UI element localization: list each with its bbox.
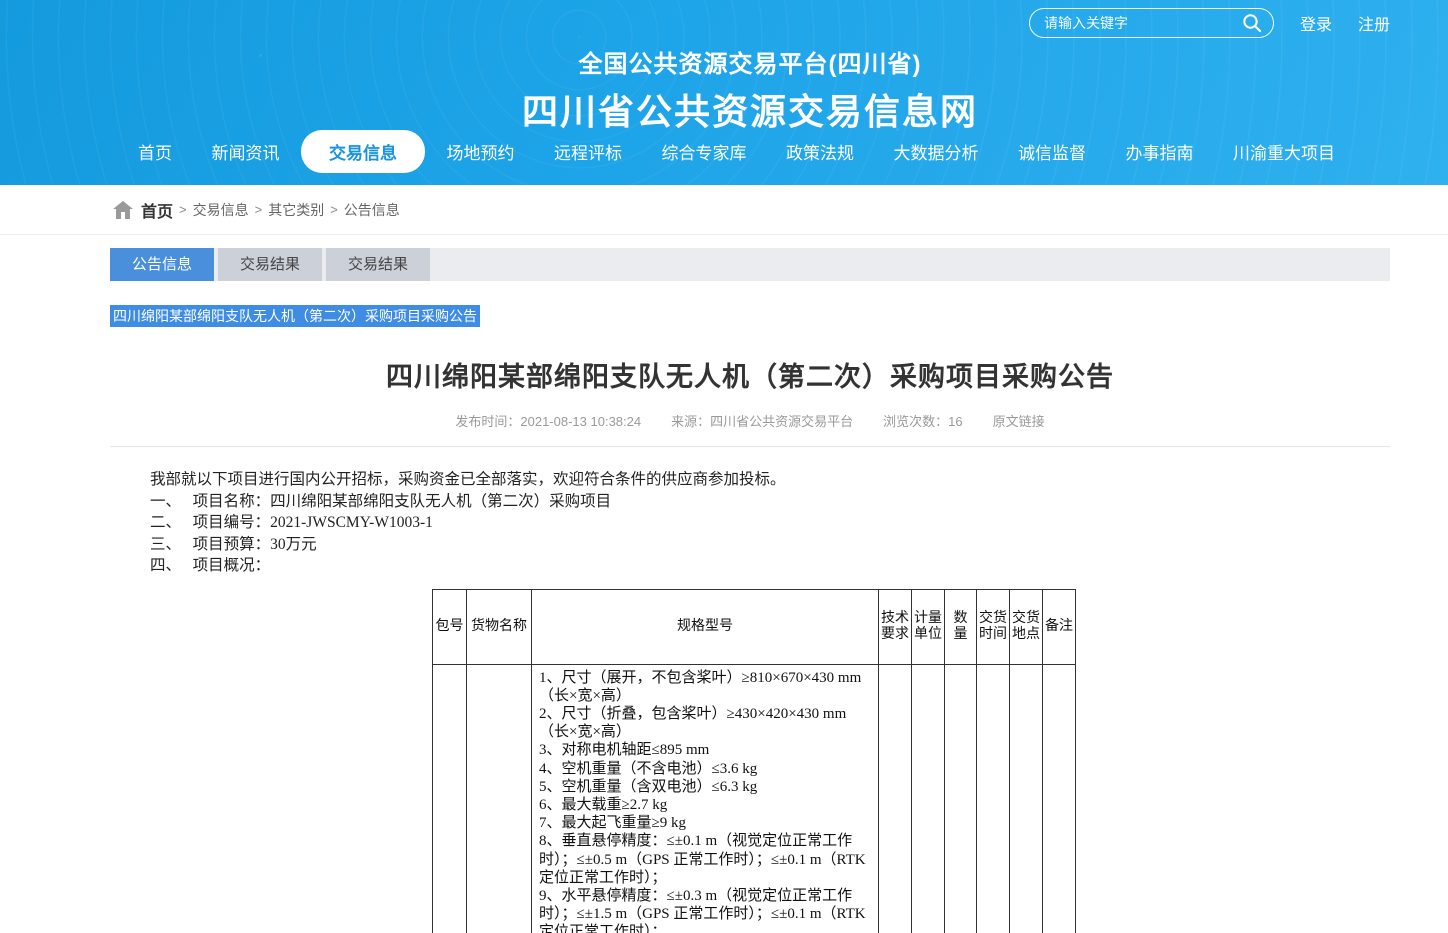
site-header: 登录 注册 全国公共资源交易平台(四川省) 四川省公共资源交易信息网 首页 新闻… (0, 0, 1448, 185)
tab-strip: 公告信息 交易结果 交易结果 (110, 248, 1390, 281)
col-header-quantity: 数量 (945, 589, 977, 664)
project-overview-line: 四、 项目概况： (110, 555, 1390, 577)
site-titles: 全国公共资源交易平台(四川省) 四川省公共资源交易信息网 (110, 44, 1390, 135)
utility-row: 登录 注册 (1029, 8, 1390, 38)
tab-announcement-info[interactable]: 公告信息 (110, 248, 214, 281)
breadcrumb-announcement[interactable]: 公告信息 (344, 200, 400, 220)
nav-item-trade-info[interactable]: 交易信息 (301, 130, 425, 173)
register-link[interactable]: 注册 (1358, 11, 1390, 35)
nav-item-policies[interactable]: 政策法规 (768, 130, 872, 173)
breadcrumb-home[interactable]: 首页 (141, 198, 173, 222)
tab-trade-result-1[interactable]: 交易结果 (218, 248, 322, 281)
tab-trade-result-2[interactable]: 交易结果 (326, 248, 430, 281)
col-header-unit: 计量单位 (912, 589, 945, 664)
spec-line: 9、水平悬停精度：≤±0.3 m（视觉定位正常工作时）；≤±1.5 m（GPS … (539, 887, 871, 933)
site-title: 四川省公共资源交易信息网 (110, 83, 1390, 135)
spec-table: 包号 货物名称 规格型号 技术要求 计量单位 数量 交货时间 交货地点 备注 1… (432, 589, 1076, 933)
breadcrumb: 首页 > 交易信息 > 其它类别 > 公告信息 (0, 185, 1448, 235)
home-icon[interactable] (113, 201, 133, 219)
cell-delivery-time: 指 (977, 664, 1010, 933)
breadcrumb-separator: > (179, 202, 187, 217)
nav-item-home[interactable]: 首页 (120, 130, 190, 173)
spec-line: 7、最大起飞重量≥9 kg (539, 814, 871, 832)
nav-item-venue-booking[interactable]: 场地预约 (429, 130, 533, 173)
col-header-remark: 备注 (1043, 589, 1076, 664)
search-icon[interactable] (1241, 12, 1263, 34)
announcement-link-selected[interactable]: 四川绵阳某部绵阳支队无人机（第二次）采购项目采购公告 (110, 305, 480, 327)
nav-item-big-data[interactable]: 大数据分析 (876, 130, 997, 173)
spec-line: 6、最大载重≥2.7 kg (539, 796, 871, 814)
cell-spec-model: 1、尺寸（展开，不包含桨叶）≥810×670×430 mm（长×宽×高） 2、尺… (532, 664, 879, 933)
view-count: 浏览次数：16 (883, 411, 962, 430)
search-box[interactable] (1029, 8, 1274, 38)
spec-line: 2、尺寸（折叠，包含桨叶）≥430×420×430 mm（长×宽×高） (539, 705, 871, 741)
source: 来源：四川省公共资源交易平台 (671, 411, 853, 430)
cell-delivery-place: 指 (1010, 664, 1043, 933)
cell-quantity (945, 664, 977, 933)
nav-item-expert-pool[interactable]: 综合专家库 (644, 130, 765, 173)
article-body: 我部就以下项目进行国内公开招标，采购资金已全部落实，欢迎符合条件的供应商参加投标… (110, 469, 1390, 933)
spec-line: 8、垂直悬停精度：≤±0.1 m（视觉定位正常工作时）；≤±0.5 m（GPS … (539, 832, 871, 887)
spec-line: 1、尺寸（展开，不包含桨叶）≥810×670×430 mm（长×宽×高） (539, 669, 871, 705)
nav-item-news[interactable]: 新闻资讯 (194, 130, 298, 173)
cell-package-no (433, 664, 467, 933)
search-input[interactable] (1044, 15, 1241, 31)
breadcrumb-separator: > (330, 202, 338, 217)
project-number-line: 二、 项目编号：2021-JWSCMY-W1003-1 (110, 512, 1390, 534)
spec-line: 3、对称电机轴距≤895 mm (539, 741, 871, 759)
breadcrumb-separator: > (255, 202, 263, 217)
spec-table-header-row: 包号 货物名称 规格型号 技术要求 计量单位 数量 交货时间 交货地点 备注 (433, 589, 1076, 664)
breadcrumb-other-category[interactable]: 其它类别 (268, 200, 324, 220)
intro-paragraph: 我部就以下项目进行国内公开招标，采购资金已全部落实，欢迎符合条件的供应商参加投标… (110, 469, 1390, 491)
breadcrumb-trade-info[interactable]: 交易信息 (193, 200, 249, 220)
cell-goods-name (467, 664, 532, 933)
login-link[interactable]: 登录 (1300, 11, 1332, 35)
nav-item-remote-evaluation[interactable]: 远程评标 (536, 130, 640, 173)
col-header-spec-model: 规格型号 (532, 589, 879, 664)
project-budget-line: 三、 项目预算：30万元 (110, 534, 1390, 556)
project-name-line: 一、 项目名称：四川绵阳某部绵阳支队无人机（第二次）采购项目 (110, 491, 1390, 513)
nav-item-chuanyu-projects[interactable]: 川渝重大项目 (1215, 130, 1353, 173)
site-subtitle: 全国公共资源交易平台(四川省) (110, 44, 1390, 79)
spec-table-data-row: 1、尺寸（展开，不包含桨叶）≥810×670×430 mm（长×宽×高） 2、尺… (433, 664, 1076, 933)
cell-tech-req: 图 (879, 664, 912, 933)
nav-item-guide[interactable]: 办事指南 (1108, 130, 1212, 173)
col-header-goods-name: 货物名称 (467, 589, 532, 664)
article-title: 四川绵阳某部绵阳支队无人机（第二次）采购项目采购公告 (110, 355, 1390, 394)
cell-remark (1043, 664, 1076, 933)
spec-line: 5、空机重量（含双电池）≤6.3 kg (539, 778, 871, 796)
spec-line: 4、空机重量（不含电池）≤3.6 kg (539, 760, 871, 778)
content-container: 公告信息 交易结果 交易结果 四川绵阳某部绵阳支队无人机（第二次）采购项目采购公… (110, 248, 1390, 933)
col-header-tech-req: 技术要求 (879, 589, 912, 664)
col-header-delivery-time: 交货时间 (977, 589, 1010, 664)
nav-item-integrity[interactable]: 诚信监督 (1000, 130, 1104, 173)
main-nav: 首页 新闻资讯 交易信息 场地预约 远程评标 综合专家库 政策法规 大数据分析 … (120, 130, 1353, 173)
original-link[interactable]: 原文链接 (993, 411, 1045, 430)
col-header-package-no: 包号 (433, 589, 467, 664)
article-meta: 发布时间：2021-08-13 10:38:24 来源：四川省公共资源交易平台 … (110, 411, 1390, 447)
publish-time: 发布时间：2021-08-13 10:38:24 (455, 411, 641, 430)
cell-unit (912, 664, 945, 933)
col-header-delivery-place: 交货地点 (1010, 589, 1043, 664)
